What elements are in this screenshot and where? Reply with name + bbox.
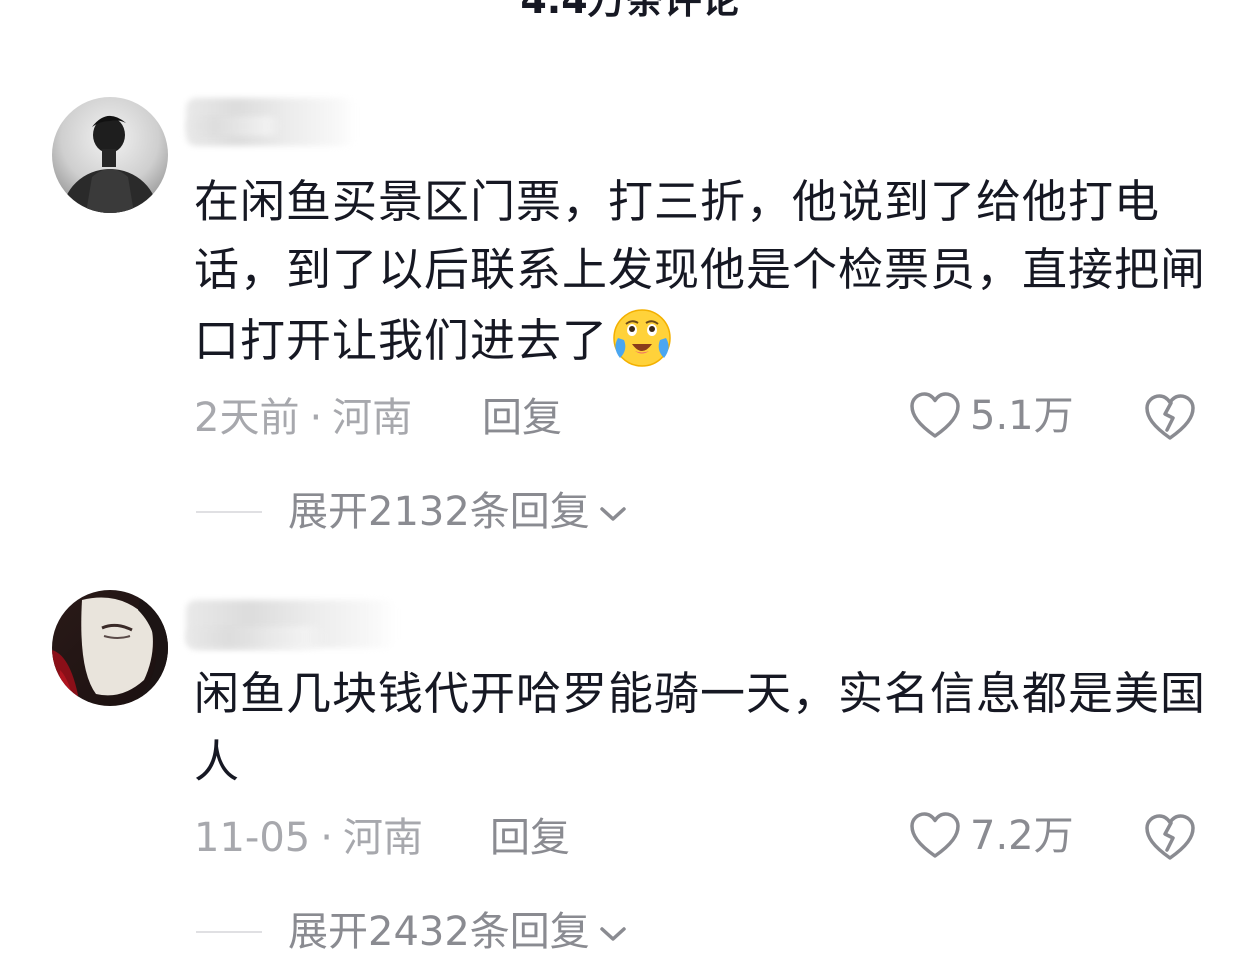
comment-text: 在闲鱼买景区门票，打三折，他说到了给他打电话，到了以后联系上发现他是个检票员，直… [194,168,1214,375]
comment-body: 闲鱼几块钱代开哈罗能骑一天，实名信息都是美国人 [194,667,1207,788]
like-count: 7.2万 [970,813,1074,859]
dislike-button[interactable] [1142,812,1198,868]
comment-meta: 2天前 · 河南 [194,394,412,442]
broken-heart-icon [1145,394,1195,440]
comment-time: 11-05 [194,815,311,861]
expand-replies-label: 展开2432条回复 [288,909,590,955]
avatar[interactable] [52,590,168,706]
broken-heart-icon [1145,814,1195,860]
heart-outline-icon [910,392,960,438]
avatar-image [52,590,168,706]
username-redacted-line [186,626,326,650]
comments-count-title: 4.4万条评论 [520,0,740,22]
divider-line [196,931,262,933]
comment-text: 闲鱼几块钱代开哈罗能骑一天，实名信息都是美国人 [194,660,1214,796]
expand-replies-button[interactable]: 展开2132条回复 [196,488,628,536]
comment-time: 2天前 [194,395,300,441]
chevron-down-icon [600,507,626,521]
reply-button[interactable]: 回复 [490,814,570,862]
like-button[interactable]: 7.2万 [908,810,1074,862]
like-button[interactable]: 5.1万 [908,390,1074,442]
meta-separator: · [320,815,333,861]
comment-location: 河南 [332,395,413,441]
comment-location: 河南 [342,815,423,861]
comment-body: 在闲鱼买景区门票，打三折，他说到了给他打电话，到了以后联系上发现他是个检票员，直… [194,175,1207,367]
heart-outline-icon [910,812,960,858]
like-count: 5.1万 [970,393,1074,439]
comment-meta: 11-05 · 河南 [194,814,423,862]
expand-replies-button[interactable]: 展开2432条回复 [196,908,628,956]
expand-replies-label: 展开2132条回复 [288,489,590,535]
username-redacted-line [186,116,282,136]
avatar-image [52,97,168,213]
dislike-button[interactable] [1142,392,1198,448]
avatar[interactable] [52,97,168,213]
divider-line [196,511,262,513]
meta-separator: · [309,395,323,441]
chevron-down-icon [600,927,626,941]
reply-button[interactable]: 回复 [482,394,562,442]
crying-laughing-emoji [613,309,671,367]
